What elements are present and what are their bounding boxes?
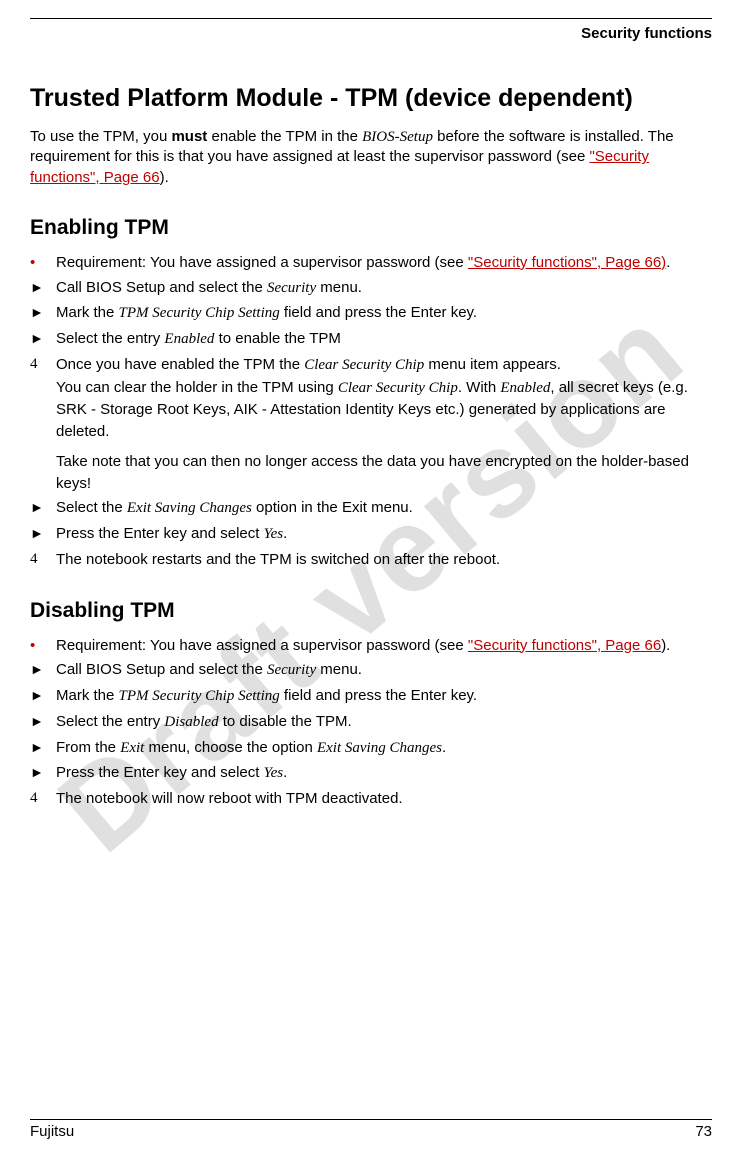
list-item: 4 The notebook will now reboot with TPM …: [30, 788, 712, 810]
step-icon: ►: [30, 277, 56, 297]
bullet-icon: •: [30, 635, 56, 657]
bullet-icon: •: [30, 252, 56, 274]
heading-disabling-tpm: Disabling TPM: [30, 599, 712, 623]
list-item: ► Press the Enter key and select Yes.: [30, 523, 712, 546]
list-item: • Requirement: You have assigned a super…: [30, 635, 712, 657]
intro-paragraph: To use the TPM, you must enable the TPM …: [30, 127, 712, 188]
list-item: • Requirement: You have assigned a super…: [30, 252, 712, 274]
step-icon: ►: [30, 497, 56, 517]
link-security-functions[interactable]: "Security functions", Page 66): [468, 254, 666, 271]
footer-page-number: 73: [695, 1123, 712, 1140]
step-icon: ►: [30, 302, 56, 322]
step-icon: ►: [30, 762, 56, 782]
result-icon: 4: [30, 788, 56, 810]
rule-top: [30, 18, 712, 19]
list-item: ► Mark the TPM Security Chip Setting fie…: [30, 302, 712, 325]
step-icon: ►: [30, 711, 56, 731]
step-icon: ►: [30, 685, 56, 705]
result-icon: 4: [30, 354, 56, 376]
running-header: Security functions: [30, 25, 712, 42]
list-item: ► Mark the TPM Security Chip Setting fie…: [30, 685, 712, 708]
list-item: ► Select the entry Enabled to enable the…: [30, 328, 712, 351]
result-icon: 4: [30, 549, 56, 571]
list-item: 4 The notebook restarts and the TPM is s…: [30, 549, 712, 571]
heading-enabling-tpm: Enabling TPM: [30, 216, 712, 240]
disable-steps: • Requirement: You have assigned a super…: [30, 635, 712, 810]
enable-steps: • Requirement: You have assigned a super…: [30, 252, 712, 571]
footer-brand: Fujitsu: [30, 1123, 74, 1140]
rule-bottom: [30, 1119, 712, 1120]
list-item: ► From the Exit menu, choose the option …: [30, 737, 712, 760]
list-item: ► Select the Exit Saving Changes option …: [30, 497, 712, 520]
page-title: Trusted Platform Module - TPM (device de…: [30, 84, 712, 113]
list-item: ► Call BIOS Setup and select the Securit…: [30, 277, 712, 300]
step-icon: ►: [30, 523, 56, 543]
step-icon: ►: [30, 328, 56, 348]
step-icon: ►: [30, 737, 56, 757]
link-security-functions[interactable]: "Security functions", Page 66: [468, 637, 661, 654]
step-icon: ►: [30, 659, 56, 679]
page-footer: Fujitsu 73: [30, 1119, 712, 1140]
list-item: 4 Once you have enabled the TPM the Clea…: [30, 354, 712, 495]
list-item: ► Select the entry Disabled to disable t…: [30, 711, 712, 734]
list-item: ► Press the Enter key and select Yes.: [30, 762, 712, 785]
list-item: ► Call BIOS Setup and select the Securit…: [30, 659, 712, 682]
